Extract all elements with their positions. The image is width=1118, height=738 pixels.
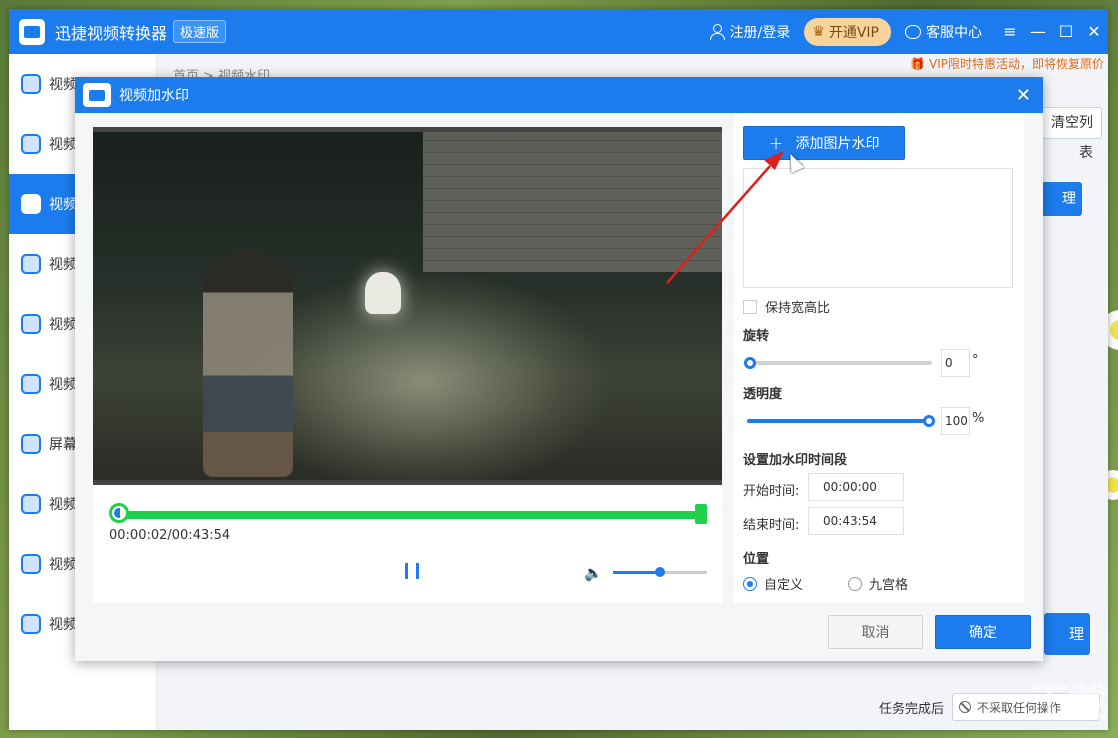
- volume-knob[interactable]: [655, 567, 665, 577]
- opacity-input[interactable]: 100: [941, 407, 970, 435]
- position-custom-radio[interactable]: 自定义: [743, 574, 803, 593]
- rotate-input[interactable]: 0: [941, 349, 970, 377]
- opacity-slider-fill: [747, 419, 932, 423]
- app-logo-icon: [19, 18, 45, 45]
- sidebar-item-label: 视频: [49, 197, 77, 213]
- checkbox-icon: [743, 299, 757, 314]
- rotate-label: 旋转: [743, 329, 770, 344]
- video-camera-icon: [83, 83, 111, 107]
- volume-icon[interactable]: 🔈: [584, 564, 603, 582]
- vip-promo-text: VIP限时特惠活动，即将恢复原价: [929, 57, 1104, 71]
- video-icon: [21, 194, 41, 214]
- watermark-preview-box: [743, 168, 1013, 288]
- start-time-label: 开始时间:: [743, 484, 800, 499]
- chat-icon: [905, 24, 921, 39]
- dialog-body: 00:00:02/00:43:54 🔈 + 添加图片水印 保持宽高比 旋转 0 …: [75, 113, 1043, 661]
- dialog-close-icon[interactable]: ✕: [1016, 85, 1031, 106]
- cancel-button[interactable]: 取消: [828, 615, 923, 649]
- title-bar: 迅捷视频转换器 极速版 注册/登录 ♛ 开通VIP 客服中心 ≡ — ☐ ✕: [9, 9, 1108, 54]
- sidebar-item-label: 视频: [49, 617, 77, 633]
- sidebar-item-label: 视频: [49, 317, 77, 333]
- pause-button[interactable]: [405, 563, 419, 579]
- video-icon: [21, 314, 41, 334]
- rotate-unit: °: [972, 353, 979, 368]
- user-icon: [709, 23, 725, 40]
- position-grid-radio[interactable]: 九宫格: [848, 574, 908, 593]
- clear-list-button[interactable]: 清空列表: [1038, 107, 1102, 161]
- bottom-bar: 任务完成后 不采取任何操作: [157, 684, 1108, 730]
- close-button[interactable]: ✕: [1080, 22, 1108, 41]
- progress-bar[interactable]: [111, 511, 707, 519]
- video-icon: [21, 134, 41, 154]
- sidebar-item-label: 视频: [49, 557, 77, 573]
- confirm-button[interactable]: 确定: [935, 615, 1031, 649]
- sidebar-item-label: 视频: [49, 77, 77, 93]
- position-grid-label: 九宫格: [869, 578, 909, 593]
- settings-pane: + 添加图片水印 保持宽高比 旋转 0 ° 透明度 100 % 设置加水印时间段…: [734, 113, 1024, 603]
- screen-record-icon: [21, 434, 41, 454]
- gif-icon: [21, 374, 41, 394]
- image-icon: [21, 614, 41, 634]
- rotate-slider-knob[interactable]: [744, 357, 756, 369]
- watermark-dialog: 视频加水印 ✕ 00:00:02/00:43:54 🔈 + 添加图片水印 保持宽…: [75, 77, 1043, 661]
- video-character: [203, 252, 293, 477]
- support-label: 客服中心: [926, 24, 982, 41]
- progress-start-handle[interactable]: [109, 503, 129, 523]
- minimize-button[interactable]: —: [1024, 22, 1052, 41]
- video-icon: [21, 254, 41, 274]
- video-preview[interactable]: [93, 127, 722, 485]
- start-time-input[interactable]: 00:00:00: [808, 473, 904, 501]
- vip-button[interactable]: ♛ 开通VIP: [804, 17, 891, 46]
- login-label: 注册/登录: [729, 24, 791, 41]
- opacity-label: 透明度: [743, 387, 783, 402]
- login-link[interactable]: 注册/登录: [709, 22, 791, 42]
- end-time-input[interactable]: 00:43:54: [808, 507, 904, 535]
- after-complete-label: 任务完成后: [878, 701, 944, 717]
- progress-end-handle[interactable]: [695, 504, 707, 524]
- radio-selected-icon: [743, 576, 757, 591]
- sidebar-item-label: 视频: [49, 257, 77, 273]
- add-image-watermark-label: 添加图片水印: [795, 136, 880, 152]
- end-time-label: 结束时间:: [743, 518, 800, 533]
- player-pane: 00:00:02/00:43:54 🔈: [93, 127, 722, 603]
- video-wall: [423, 132, 722, 272]
- rotate-slider[interactable]: [747, 361, 932, 365]
- crown-icon: ♛: [812, 23, 825, 40]
- time-readout: 00:00:02/00:43:54: [109, 528, 231, 543]
- sidebar-item-label: 视频: [49, 377, 77, 393]
- gift-icon: 🎁: [910, 57, 925, 71]
- edition-badge: 极速版: [173, 20, 227, 43]
- vip-promo-banner[interactable]: 🎁 VIP限时特惠活动，即将恢复原价: [910, 55, 1104, 72]
- position-label: 位置: [743, 552, 770, 567]
- keep-aspect-label: 保持宽高比: [765, 301, 831, 316]
- add-image-watermark-button[interactable]: + 添加图片水印: [743, 126, 905, 160]
- dialog-title: 视频加水印: [119, 88, 189, 104]
- app-title: 迅捷视频转换器: [55, 23, 168, 43]
- radio-icon: [848, 576, 862, 591]
- opacity-slider-knob[interactable]: [923, 415, 935, 427]
- video-icon: [21, 554, 41, 574]
- sidebar-item-label: 视频: [49, 497, 77, 513]
- sidebar-item-label: 视频: [49, 137, 77, 153]
- vip-label: 开通VIP: [828, 24, 879, 41]
- position-custom-label: 自定义: [764, 578, 804, 593]
- keep-aspect-checkbox[interactable]: 保持宽高比: [743, 297, 830, 316]
- ban-icon: [959, 701, 971, 713]
- sidebar-item-label: 屏幕: [49, 437, 77, 453]
- process-all-button[interactable]: 理: [1044, 613, 1090, 655]
- site-watermark: 下载: [1030, 680, 1108, 726]
- plus-icon: +: [768, 132, 784, 154]
- support-link[interactable]: 客服中心: [905, 22, 982, 42]
- opacity-unit: %: [972, 411, 985, 426]
- time-range-label: 设置加水印时间段: [743, 453, 848, 468]
- video-icon: [21, 74, 41, 94]
- menu-icon[interactable]: ≡: [996, 22, 1024, 41]
- video-icon: [21, 494, 41, 514]
- volume-fill: [613, 571, 660, 574]
- dialog-title-bar: 视频加水印 ✕: [75, 77, 1043, 113]
- maximize-button[interactable]: ☐: [1052, 22, 1080, 41]
- video-dog: [365, 272, 401, 314]
